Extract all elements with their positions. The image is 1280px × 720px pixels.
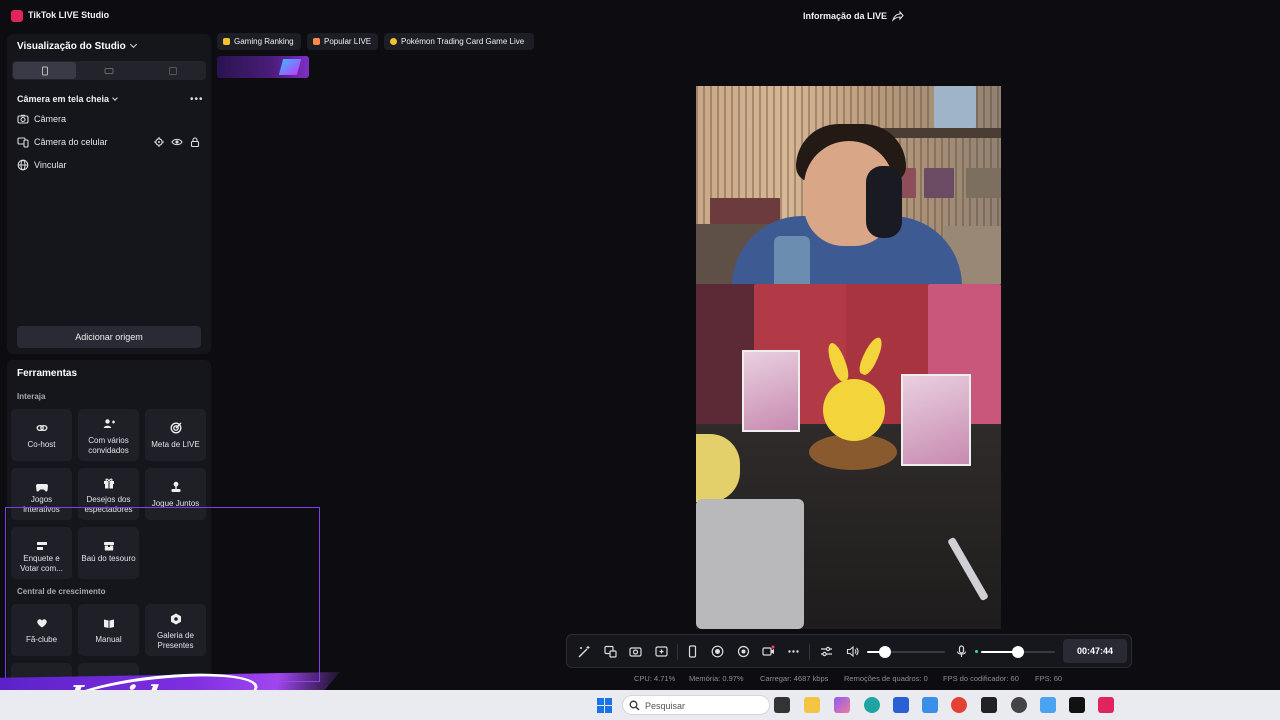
orientation-switcher (12, 61, 206, 80)
mail-icon[interactable] (922, 697, 938, 713)
studio-view-title[interactable]: Visualização do Studio (17, 40, 137, 52)
webcam-feed (696, 86, 1001, 284)
camera-icon (17, 114, 29, 124)
live-info-button[interactable]: Informação da LIVE (803, 11, 887, 21)
edge-icon[interactable] (864, 697, 880, 713)
windows-taskbar: Pesquisar (0, 690, 1280, 720)
source-camera[interactable]: Câmera (17, 112, 202, 128)
dual-orientation-button[interactable] (141, 62, 204, 79)
live-control-bar: 00:47:44 (566, 634, 1132, 668)
store-icon[interactable] (893, 697, 909, 713)
banner-logo-icon (278, 59, 302, 75)
mixer-settings-icon[interactable] (820, 645, 833, 658)
search-placeholder: Pesquisar (645, 701, 686, 711)
layout-icon[interactable] (604, 645, 617, 658)
title-bar: TikTok LIVE Studio Informação da LIVE (0, 0, 1280, 32)
tiktok-studio-icon[interactable] (1098, 697, 1114, 713)
speaker-icon[interactable] (846, 645, 859, 658)
add-clip-icon[interactable] (655, 645, 668, 658)
tool-co-host[interactable]: Co-host (11, 409, 72, 461)
eye-icon[interactable] (171, 136, 183, 148)
lock-icon[interactable] (189, 136, 201, 148)
portrait-icon (41, 66, 48, 75)
encoder-fps-stat: FPS do codificador: 60 (943, 674, 1019, 683)
dropped-frames-stat: Remoções de quadros: 0 (844, 674, 928, 683)
target-icon (170, 422, 181, 434)
add-source-button[interactable]: Adicionar origem (17, 326, 201, 348)
live-timer: 00:47:44 (1063, 639, 1127, 663)
gaming-ranking-tag[interactable]: Gaming Ranking (217, 33, 301, 50)
task-view-icon[interactable] (774, 697, 790, 713)
link-icon (36, 424, 47, 432)
globe-icon (17, 159, 29, 171)
studio-panel: Visualização do Studio Câmera em tela ch… (7, 34, 211, 354)
scene-selector[interactable]: Câmera em tela cheia (17, 94, 118, 104)
mic-level-indicator (975, 650, 978, 653)
copilot-icon[interactable] (834, 697, 850, 713)
mobile-icon[interactable] (686, 645, 699, 658)
record-icon[interactable] (711, 645, 724, 658)
landscape-orientation-button[interactable] (77, 62, 140, 79)
multi-guest-icon (103, 419, 115, 428)
pokeball-icon (390, 38, 397, 45)
tool-multi-guest[interactable]: Com vários convidados (78, 409, 139, 461)
crown-icon (223, 38, 230, 45)
gift-icon (103, 478, 114, 489)
landscape-icon (104, 67, 113, 74)
windows-start-icon[interactable] (597, 698, 612, 713)
app-title: TikTok LIVE Studio (28, 10, 110, 20)
tiktok-logo-icon (11, 10, 23, 22)
tool-label: Meta de LIVE (151, 440, 200, 449)
cpu-stat: CPU: 4.71% (634, 674, 676, 683)
capcut-icon[interactable] (981, 697, 997, 713)
portrait-orientation-button[interactable] (13, 62, 76, 79)
share-icon[interactable] (892, 10, 904, 22)
more-icon[interactable] (787, 645, 800, 658)
file-explorer-icon[interactable] (804, 697, 820, 713)
mic-volume-knob[interactable] (1012, 646, 1024, 658)
tool-label: Com vários convidados (88, 436, 129, 455)
screenshot-icon[interactable] (629, 645, 642, 658)
chevron-down-icon (129, 40, 137, 49)
upload-stat: Carregar: 4687 kbps (760, 674, 829, 683)
settings-icon[interactable] (153, 136, 165, 148)
event-banner-thumbnail[interactable] (217, 56, 309, 78)
magic-wand-icon[interactable] (578, 645, 591, 658)
overlay-frame (5, 507, 320, 682)
app-icon[interactable] (1040, 697, 1056, 713)
chevron-down-icon (112, 95, 118, 101)
phone-camera-feed (696, 284, 1001, 629)
microphone-icon[interactable] (955, 645, 968, 658)
capcut-pro-icon[interactable] (1069, 697, 1085, 713)
tools-title: Ferramentas (17, 368, 78, 379)
tool-label: Co-host (27, 440, 56, 449)
fps-stat: FPS: 60 (1035, 674, 1063, 683)
interact-section-label: Interaja (17, 392, 46, 401)
obs-icon[interactable] (1011, 697, 1027, 713)
source-label: Câmera do celular (34, 137, 108, 147)
speaker-volume-knob[interactable] (878, 646, 891, 658)
category-tag[interactable]: Pokémon Trading Card Game Live (384, 33, 534, 50)
search-icon (629, 700, 640, 711)
heart-badge-icon (313, 38, 320, 45)
phone-camera-icon (17, 137, 29, 148)
taskbar-search[interactable]: Pesquisar (622, 695, 770, 715)
joystick-icon (171, 481, 180, 492)
chrome-icon[interactable] (951, 697, 967, 713)
source-label: Vincular (34, 160, 67, 170)
live-preview[interactable] (696, 86, 1001, 629)
source-link[interactable]: Vincular (17, 158, 202, 174)
dual-screen-icon (168, 66, 177, 75)
camera-effects-icon[interactable] (737, 645, 750, 658)
gamepad-icon (35, 484, 48, 492)
tool-live-goal[interactable]: Meta de LIVE (145, 409, 206, 461)
source-phone-camera[interactable]: Câmera do celular (17, 135, 202, 151)
memory-stat: Memória: 0.97% (689, 674, 744, 683)
video-record-icon[interactable] (762, 645, 775, 658)
source-label: Câmera (34, 114, 67, 124)
popular-live-tag[interactable]: Popular LIVE (307, 33, 378, 50)
more-options-icon[interactable]: ••• (190, 94, 204, 105)
